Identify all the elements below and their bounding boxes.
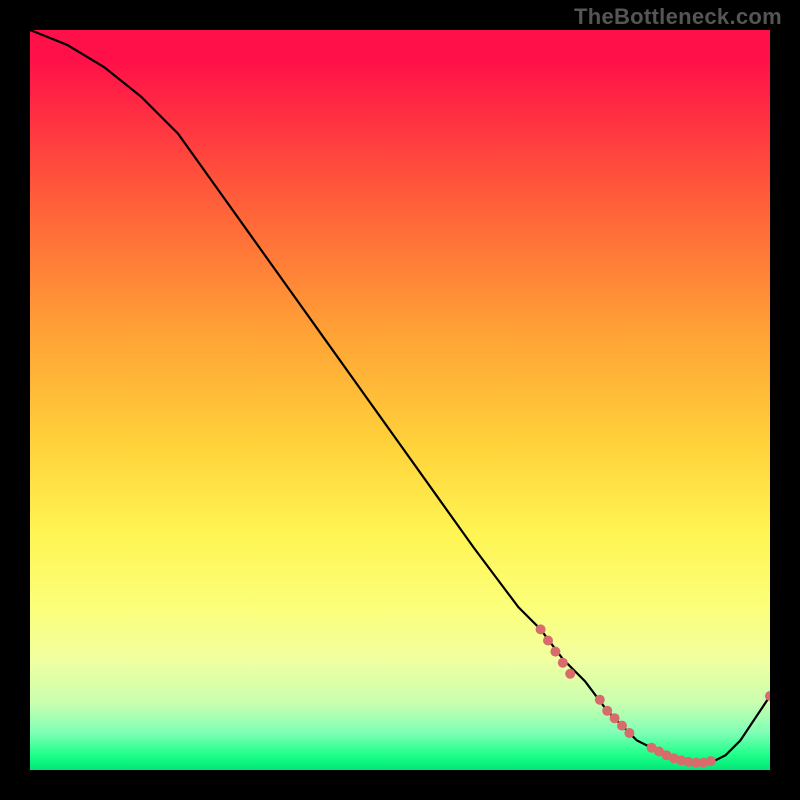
bottleneck-curve bbox=[30, 30, 770, 763]
data-point bbox=[706, 756, 716, 766]
data-point bbox=[565, 669, 575, 679]
data-point bbox=[595, 695, 605, 705]
curve-layer bbox=[30, 30, 770, 770]
data-point bbox=[536, 624, 546, 634]
data-point bbox=[610, 713, 620, 723]
data-point bbox=[765, 691, 770, 701]
data-point bbox=[624, 728, 634, 738]
data-point bbox=[543, 636, 553, 646]
watermark-text: TheBottleneck.com bbox=[574, 4, 782, 30]
data-point bbox=[617, 721, 627, 731]
chart-canvas: TheBottleneck.com bbox=[0, 0, 800, 800]
plot-area bbox=[30, 30, 770, 770]
data-point bbox=[550, 647, 560, 657]
data-point bbox=[602, 706, 612, 716]
data-point bbox=[558, 658, 568, 668]
